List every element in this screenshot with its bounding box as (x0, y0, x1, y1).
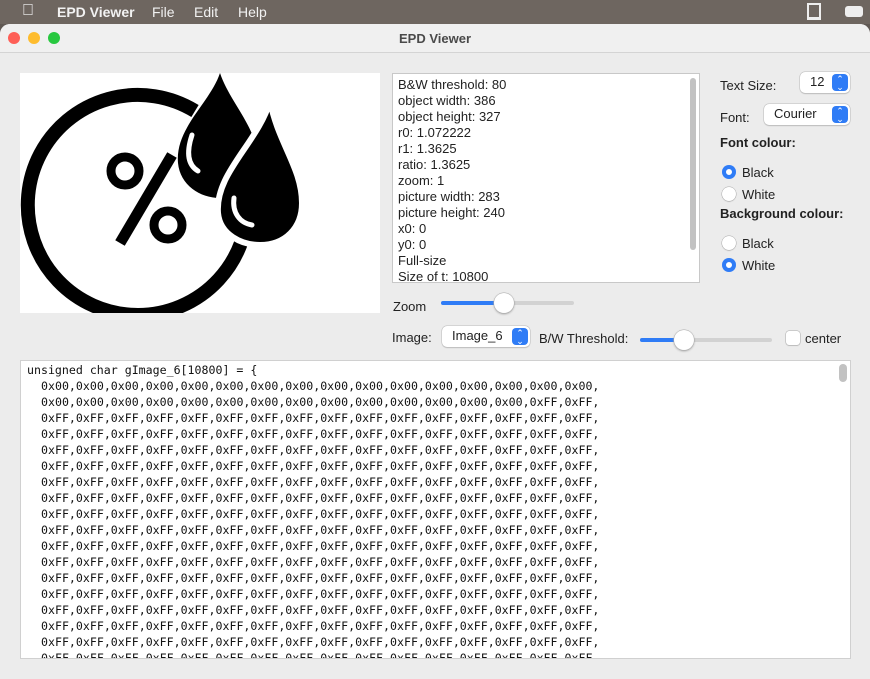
info-line: B&W threshold: 80 (398, 77, 507, 92)
font-label: Font: (720, 110, 750, 125)
code-header: unsigned char gImage_6[10800] = { (27, 363, 258, 377)
code-line: 0xFF,0xFF,0xFF,0xFF,0xFF,0xFF,0xFF,0xFF,… (41, 411, 600, 425)
code-line: 0xFF,0xFF,0xFF,0xFF,0xFF,0xFF,0xFF,0xFF,… (41, 427, 600, 441)
code-line: 0xFF,0xFF,0xFF,0xFF,0xFF,0xFF,0xFF,0xFF,… (41, 443, 600, 457)
chevron-updown-icon: ⌃ ⌄ (512, 328, 528, 346)
menu-edit[interactable]: Edit (194, 4, 218, 20)
status-menu-icon[interactable] (807, 3, 821, 20)
zoom-label: Zoom (393, 299, 427, 314)
code-line: 0xFF,0xFF,0xFF,0xFF,0xFF,0xFF,0xFF,0xFF,… (41, 491, 600, 505)
info-line: x0: 0 (398, 221, 427, 236)
code-line: 0xFF,0xFF,0xFF,0xFF,0xFF,0xFF,0xFF,0xFF,… (41, 475, 600, 489)
code-line: 0xFF,0xFF,0xFF,0xFF,0xFF,0xFF,0xFF,0xFF,… (41, 539, 600, 553)
apple-icon[interactable]:  (22, 2, 34, 20)
info-line: Full-size (398, 253, 447, 268)
info-text-view[interactable]: B&W threshold: 80 object width: 386 object… (392, 73, 700, 284)
font-select[interactable]: Courier ⌃ ⌄ (764, 104, 850, 125)
code-line: 0xFF,0xFF,0xFF,0xFF,0xFF,0xFF,0xFF,0xFF,… (41, 523, 600, 537)
font-colour-white-radio[interactable]: White (722, 187, 775, 202)
info-line: Size of t: 10800 (398, 269, 489, 284)
code-line: 0x00,0x00,0x00,0x00,0x00,0x00,0x00,0x00,… (41, 395, 600, 409)
background-colour-label: Background colour: (720, 206, 844, 221)
info-line: object height: 327 (398, 109, 501, 124)
humidity-percent-icon (20, 73, 306, 322)
info-line: ratio: 1.3625 (398, 157, 471, 172)
code-line: 0xFF,0xFF,0xFF,0xFF,0xFF,0xFF,0xFF,0xFF,… (41, 603, 600, 617)
text-size-label: Text Size: (720, 78, 777, 93)
info-line: object width: 386 (398, 93, 496, 108)
text-size-value: 12 (810, 74, 825, 89)
code-line: 0xFF,0xFF,0xFF,0xFF,0xFF,0xFF,0xFF,0xFF,… (41, 635, 600, 649)
radio-icon (722, 165, 736, 179)
radio-icon (722, 258, 736, 272)
radio-label: Black (742, 236, 774, 251)
image-select[interactable]: Image_6 ⌃ ⌄ (442, 326, 530, 347)
info-line: picture height: 240 (398, 205, 505, 220)
checkbox-icon (786, 331, 800, 345)
code-line: 0x00,0x00,0x00,0x00,0x00,0x00,0x00,0x00,… (41, 379, 600, 393)
zoom-slider-knob[interactable] (493, 293, 514, 313)
info-line: zoom: 1 (398, 173, 445, 188)
center-label: center (805, 331, 842, 346)
app-window: EPD Viewer B&W threshold: 80 object width… (0, 24, 870, 679)
chevron-updown-icon: ⌃ ⌄ (832, 74, 848, 92)
window-title: EPD Viewer (398, 31, 472, 46)
radio-icon (722, 187, 736, 201)
code-scrollbar[interactable] (839, 364, 847, 382)
menu-bar:  EPD Viewer File Edit Help (0, 0, 870, 24)
info-line: r0: 1.072222 (398, 125, 472, 140)
bg-colour-white-radio[interactable]: White (722, 258, 775, 273)
text-size-select[interactable]: 12 ⌃ ⌄ (800, 72, 850, 93)
font-colour-label: Font colour: (720, 135, 796, 150)
radio-icon (722, 236, 736, 250)
code-text-view[interactable]: unsigned char gImage_6[10800] = { 0x00,0x… (20, 360, 851, 659)
menu-app-name[interactable]: EPD Viewer (57, 4, 135, 20)
image-value: Image_6 (452, 328, 503, 343)
chevron-updown-icon: ⌃ ⌄ (832, 106, 848, 124)
menu-help[interactable]: Help (238, 4, 267, 20)
image-preview (20, 73, 380, 322)
battery-icon[interactable] (845, 6, 863, 17)
zoom-slider[interactable] (441, 293, 574, 313)
center-checkbox[interactable]: center (786, 331, 841, 346)
threshold-label: B/W Threshold: (539, 331, 629, 346)
radio-label: Black (742, 165, 774, 180)
font-colour-black-radio[interactable]: Black (722, 165, 774, 180)
info-line: r1: 1.3625 (398, 141, 457, 156)
code-line: 0xFF,0xFF,0xFF,0xFF,0xFF,0xFF,0xFF,0xFF,… (41, 459, 600, 473)
code-line: 0xFF,0xFF,0xFF,0xFF,0xFF,0xFF,0xFF,0xFF,… (41, 571, 600, 585)
threshold-slider-knob[interactable] (673, 330, 694, 350)
code-line: 0xFF,0xFF,0xFF,0xFF,0xFF,0xFF,0xFF,0xFF,… (41, 555, 600, 569)
code-line: 0xFF,0xFF,0xFF,0xFF,0xFF,0xFF,0xFF,0xFF,… (41, 587, 600, 601)
threshold-slider[interactable] (640, 330, 772, 350)
code-line: 0xFF,0xFF,0xFF,0xFF,0xFF,0xFF,0xFF,0xFF,… (41, 651, 600, 659)
radio-label: White (742, 187, 776, 202)
radio-label: White (742, 258, 776, 273)
bg-colour-black-radio[interactable]: Black (722, 236, 774, 251)
image-label: Image: (392, 330, 432, 345)
font-value: Courier (774, 106, 817, 121)
code-line: 0xFF,0xFF,0xFF,0xFF,0xFF,0xFF,0xFF,0xFF,… (41, 507, 600, 521)
info-line: y0: 0 (398, 237, 427, 252)
code-line: 0xFF,0xFF,0xFF,0xFF,0xFF,0xFF,0xFF,0xFF,… (41, 619, 600, 633)
title-bar: EPD Viewer (0, 24, 870, 53)
menu-file[interactable]: File (152, 4, 175, 20)
info-line: picture width: 283 (398, 189, 500, 204)
info-scrollbar[interactable] (690, 78, 696, 250)
